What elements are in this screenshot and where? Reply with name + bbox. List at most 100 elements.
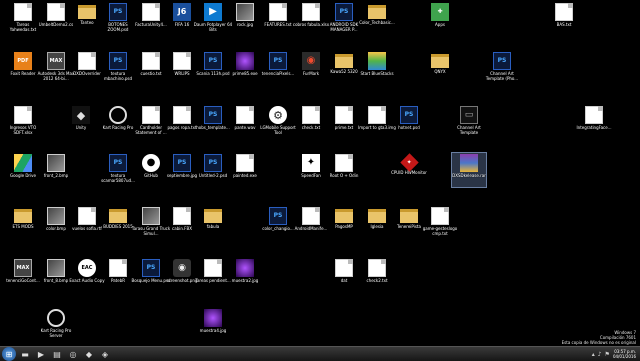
desktop-icon-cabin[interactable]: cabin.FBX xyxy=(165,206,199,240)
desktop-icon-scania[interactable]: PS Scania 113h.psd xyxy=(196,51,230,85)
desktop-icon-cuestio[interactable]: cuestio.txt xyxy=(134,51,168,85)
desktop-icon-cobros[interactable]: cobros fabula.xlsx xyxy=(293,2,329,36)
doc-icon xyxy=(335,259,353,277)
ps-icon: PS xyxy=(142,259,160,277)
desktop-icon-furmark[interactable]: ◉ FurMark xyxy=(294,51,328,85)
desktop-icon-ingresos[interactable]: Ingresos VTO SDFT.xlsx xyxy=(6,105,40,139)
desktop-icon-github[interactable]: ● GitHub xyxy=(134,153,168,187)
desktop-icon-rock[interactable]: rock.jpg xyxy=(228,2,262,36)
desktop-icon-fabula[interactable]: fabula xyxy=(196,206,230,240)
desktop-icon-speedfan[interactable]: ✦ SpeedFan xyxy=(294,153,328,187)
desktop-icon-selected-rar[interactable]: DXSDkelease.rar xyxy=(451,152,487,188)
tray-network-icon[interactable]: ▴ xyxy=(592,351,595,358)
desktop-icon-muestra4[interactable]: muestra4.jpg xyxy=(196,308,230,342)
desktop-icon-screenshot[interactable]: ◉ screenshot.png xyxy=(165,258,199,292)
desktop-icon-front2[interactable]: front_2.bmp xyxy=(39,153,73,187)
taskbar-explorer-button[interactable]: ▬ xyxy=(18,348,32,360)
desktop-icon-eac[interactable]: EAC Exact Audio Copy xyxy=(69,258,105,292)
desktop-icon-bas[interactable]: BAS.txt xyxy=(547,2,581,36)
taskbar-app6-button[interactable]: ◈ xyxy=(98,348,112,360)
desktop-icon-buddies[interactable]: BUDDIES 2015 xyxy=(101,206,135,240)
desktop-icon-bosquejo[interactable]: PS Bosquejo Menu.psd xyxy=(131,258,171,292)
desktop-icon-textura-mb[interactable]: PS textura mbachino.psd xyxy=(101,51,135,85)
desktop-icon-google-drive[interactable]: Google Drive xyxy=(6,153,40,187)
tray-flag-icon[interactable]: ⚑ xyxy=(605,351,610,358)
desktop-icon-android-manifest[interactable]: AndroidManife... xyxy=(294,206,328,240)
desktop-icon-label: painted.exe xyxy=(233,173,257,178)
desktop-icon-kart-racing-server[interactable]: Kart Racing Pro Server xyxy=(39,308,73,342)
taskbar-pinned-apps: ▬ ▶ ▤ ◎ ◆ ◈ xyxy=(16,348,112,360)
desktop-icon-color-tech[interactable]: Color_Techbasic... xyxy=(359,2,395,36)
desktop-icon-pateb[interactable]: PatebR xyxy=(101,258,135,292)
desktop-icon-painted[interactable]: painted.exe xyxy=(228,153,262,187)
desktop-icon-tareas-pend[interactable]: Tareas pendient... xyxy=(195,258,231,292)
desktop-icon-apps[interactable]: ✚ Apps xyxy=(423,2,457,36)
desktop-icon-channel-icon[interactable]: ▭ Channel Art Template xyxy=(452,105,486,139)
desktop-icon-game-cmp[interactable]: game-gesteslogo cmp.txt xyxy=(423,206,457,240)
desktop-icon-integrating[interactable]: IntegratingFace... xyxy=(577,105,612,139)
start-button[interactable]: ⊞ xyxy=(2,347,16,361)
desktop-icon-hobs[interactable]: PS hobs_template... xyxy=(196,105,230,139)
taskbar-media-button[interactable]: ▶ xyxy=(34,348,48,360)
desktop-icon-daum[interactable]: ▶ Daum Potplayer 64 Bits xyxy=(194,2,232,36)
doc-icon xyxy=(47,3,65,21)
desktop-icon-features[interactable]: FEATURES.txt xyxy=(261,2,295,36)
desktop-icon-check[interactable]: check.txt xyxy=(294,105,328,139)
icon-glyph-text: PS xyxy=(273,57,283,64)
desktop-icon-lg-mobile[interactable]: ⚙ LGMobile Support Tool xyxy=(260,105,296,139)
desktop-icon-pagos[interactable]: pagos ropa.txt xyxy=(165,105,199,139)
desktop-icon-hotnet[interactable]: PS hotnet.psd xyxy=(392,105,426,139)
desktop-icon-tarasu[interactable]: Tarasu Grand Truck Simul... xyxy=(132,206,170,240)
desktop-icon-foxit[interactable]: PDF Foxit Reader xyxy=(6,51,40,85)
desktop-icon-root[interactable]: Root O + Odin xyxy=(327,153,361,187)
icon-glyph-text: PS xyxy=(273,212,283,219)
clock[interactable]: 03:57 p.m. 04/01/2016 xyxy=(613,349,636,359)
desktop-icon-pante[interactable]: pante.wav xyxy=(228,105,262,139)
desktop-icon-channel-art[interactable]: PS Channel Art Template (Pho... xyxy=(485,51,519,85)
desktop-icon-wrlips[interactable]: WRLIPS xyxy=(165,51,199,85)
desktop-icon-unity[interactable]: ◆ Unity xyxy=(64,105,98,139)
desktop[interactable]: Tareas Yahwedas.txt UmbeltDemo2.cs Tanteo P… xyxy=(0,0,640,346)
desktop-icon-pagos-mp[interactable]: PagosMP xyxy=(327,206,361,240)
desktop-icon-iglesia[interactable]: Iglesia xyxy=(360,206,394,240)
desktop-icon-septiembre[interactable]: PS septiembre.jpg xyxy=(165,153,199,187)
desktop-icon-facturas[interactable]: FacturaUnity4... xyxy=(134,2,168,36)
img-icon xyxy=(47,207,65,225)
desktop-icon-label: Channel Art Template xyxy=(457,125,481,135)
desktop-icon-textura-esc[interactable]: PS textura scamar5807ud... xyxy=(101,153,135,187)
purple-icon xyxy=(236,259,254,277)
desktop-icon-front8[interactable]: front_8.bmp xyxy=(39,258,73,292)
desktop-icon-dat[interactable]: dat xyxy=(327,258,361,292)
desktop-icon-check2[interactable]: check2.txt xyxy=(360,258,394,292)
desktop-icon-android-sdk[interactable]: PS ANDROID SDK MANAGER P... xyxy=(327,2,361,36)
desktop-icon-kawa[interactable]: Kawa52 5320 xyxy=(327,51,361,85)
doc-icon xyxy=(585,106,603,124)
taskbar-chrome-button[interactable]: ◎ xyxy=(66,348,80,360)
desktop-icon-autodesk[interactable]: MAX Autodesk 3ds Max 2012 64-bi... xyxy=(38,51,74,85)
desktop-icon-tenencia[interactable]: PS tenenciaPixels... xyxy=(261,51,295,85)
tray-volume-icon[interactable]: ♪ xyxy=(598,351,602,358)
desktop-icon-bluestacks[interactable]: Start BlueStacks xyxy=(360,51,394,85)
desktop-icon-kart-racing[interactable]: Kart Racing Pro xyxy=(101,105,135,139)
doc-icon xyxy=(302,207,320,225)
desktop-icon-cpuid[interactable]: ✦ CPUID HWMonitor xyxy=(391,153,427,187)
taskbar-folder-button[interactable]: ▤ xyxy=(50,348,64,360)
desktop-icon-vuelos[interactable]: vuelos sofia.rtf xyxy=(70,206,104,240)
desktop-icon-import-gta3[interactable]: Import to gta3.img xyxy=(358,105,396,139)
desktop-icon-muestra2[interactable]: muestra2.jpg xyxy=(228,258,262,292)
desktop-icon-color-change[interactable]: PS color_changio... xyxy=(261,206,295,240)
desktop-icon-prime85[interactable]: prime85.exe xyxy=(228,51,262,85)
desktop-icon-qnyx[interactable]: QNYX xyxy=(423,51,457,85)
desktop-icon-botones[interactable]: PS BOTONES ZOOM.psd xyxy=(101,2,135,36)
taskbar-app5-button[interactable]: ◆ xyxy=(82,348,96,360)
desktop-icon-color-bmp[interactable]: color.bmp xyxy=(39,206,73,240)
desktop-icon-umbelt[interactable]: UmbeltDemo2.cs xyxy=(39,2,73,36)
desktop-icon-tareas[interactable]: Tareas Yahwedas.txt xyxy=(6,2,40,36)
desktop-icon-cardholder[interactable]: Cardholder Statement of ... xyxy=(134,105,168,139)
desktop-icon-ets-mods[interactable]: ETS MODS xyxy=(6,206,40,240)
icon-glyph-text: PS xyxy=(177,159,187,166)
desktop-icon-prime-txt[interactable]: prime.txt xyxy=(327,105,361,139)
desktop-icon-untitled2[interactable]: PS Untitled-2.psd xyxy=(196,153,230,187)
desktop-icon-tenenci-cor[interactable]: MAX tenenciGoCont... xyxy=(6,258,40,292)
unity-icon: ◆ xyxy=(72,106,90,124)
